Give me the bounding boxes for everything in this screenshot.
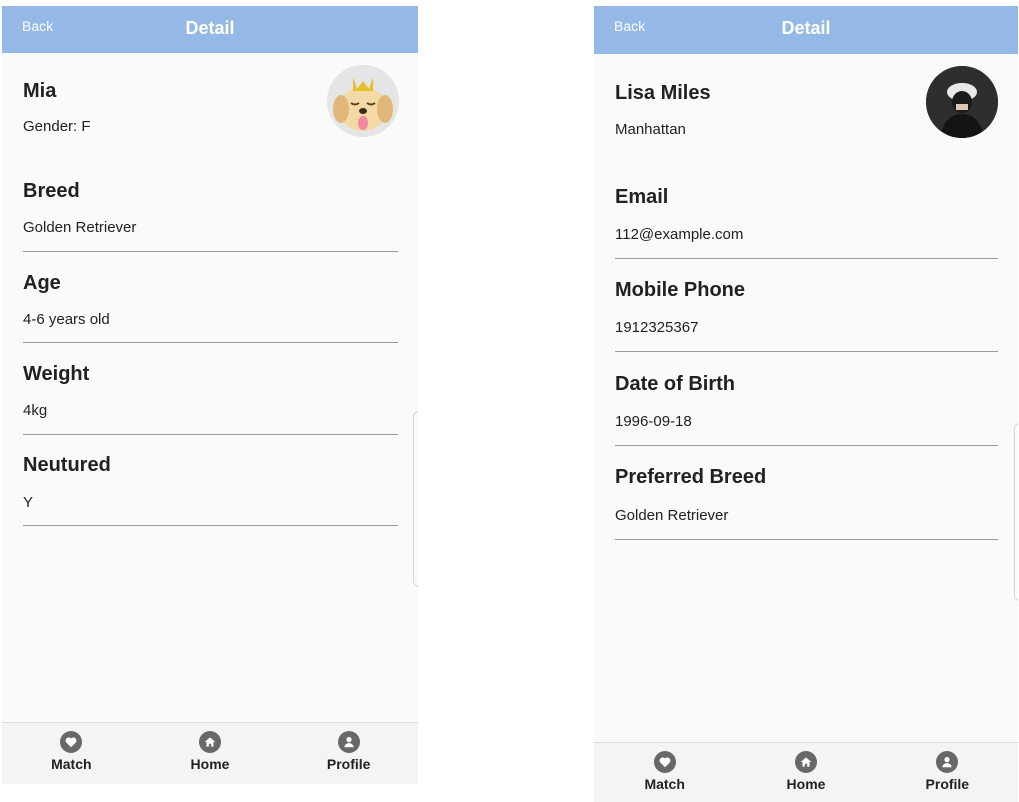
tab-label: Profile [326, 756, 371, 772]
field-value: 1912325367 [615, 319, 699, 336]
home-icon [794, 751, 817, 773]
app-bar: Back Detail [2, 6, 418, 53]
field-label: Email [615, 186, 669, 208]
field-label: Breed [23, 180, 80, 202]
puppy-image [327, 65, 399, 137]
bottom-tab-bar: Match Home Profile [2, 722, 418, 784]
tab-label: Home [786, 776, 826, 792]
field-value: Golden Retriever [23, 219, 137, 236]
field-value: 112@example.com [615, 226, 744, 243]
field-value: 4kg [23, 402, 48, 419]
bottom-tab-bar: Match Home Profile [594, 742, 1018, 802]
page-title: Detail [781, 18, 831, 38]
user-name: Lisa Miles [615, 82, 711, 104]
heart-icon [60, 731, 83, 753]
pet-detail-screen: Back Detail Mia Gender: F Breed Golden R… [2, 6, 418, 784]
heart-icon [653, 751, 676, 773]
field-label: Neutured [23, 454, 111, 476]
user-field-date-of-birth: Date of Birth 1996-09-18 [615, 373, 998, 446]
tab-label: Home [190, 756, 230, 772]
tab-label: Match [644, 776, 685, 792]
tab-profile[interactable]: Profile [279, 723, 418, 784]
tab-profile[interactable]: Profile [877, 743, 1018, 802]
pet-name: Mia [23, 80, 57, 102]
user-detail-screen: Back Detail Lisa Miles Manhattan Email 1… [594, 6, 1018, 802]
tab-match[interactable]: Match [594, 743, 735, 802]
user-location: Manhattan [615, 121, 686, 138]
app-bar: Back Detail [594, 6, 1018, 54]
tab-home[interactable]: Home [141, 723, 280, 784]
side-panel-handle[interactable] [413, 411, 418, 587]
field-label: Mobile Phone [615, 279, 745, 301]
tab-home[interactable]: Home [735, 743, 876, 802]
field-value: Y [23, 494, 34, 511]
pet-field-breed: Breed Golden Retriever [23, 180, 398, 252]
pet-gender: Gender: F [23, 118, 91, 135]
pet-field-weight: Weight 4kg [23, 363, 398, 435]
pet-avatar [327, 65, 399, 137]
field-label: Age [23, 272, 61, 294]
user-photo [926, 66, 998, 138]
page-title: Detail [185, 18, 235, 38]
field-value: 1996-09-18 [615, 413, 692, 430]
field-value: 4-6 years old [23, 311, 110, 328]
home-icon [199, 731, 221, 753]
tab-label: Match [51, 756, 92, 772]
user-field-mobile-phone: Mobile Phone 1912325367 [615, 279, 998, 352]
field-label: Weight [23, 363, 90, 385]
field-value: Golden Retriever [615, 507, 729, 524]
user-field-email: Email 112@example.com [615, 186, 998, 259]
user-field-preferred-breed: Preferred Breed Golden Retriever [615, 466, 998, 540]
pet-field-neutured: Neutured Y [23, 454, 398, 526]
side-panel-handle[interactable] [1014, 423, 1018, 601]
tab-match[interactable]: Match [2, 723, 141, 784]
person-icon [936, 751, 959, 773]
user-avatar [926, 66, 998, 138]
tab-label: Profile [925, 776, 970, 792]
field-label: Date of Birth [615, 373, 735, 395]
pet-field-age: Age 4-6 years old [23, 272, 398, 343]
person-icon [337, 731, 360, 753]
field-label: Preferred Breed [615, 466, 767, 488]
